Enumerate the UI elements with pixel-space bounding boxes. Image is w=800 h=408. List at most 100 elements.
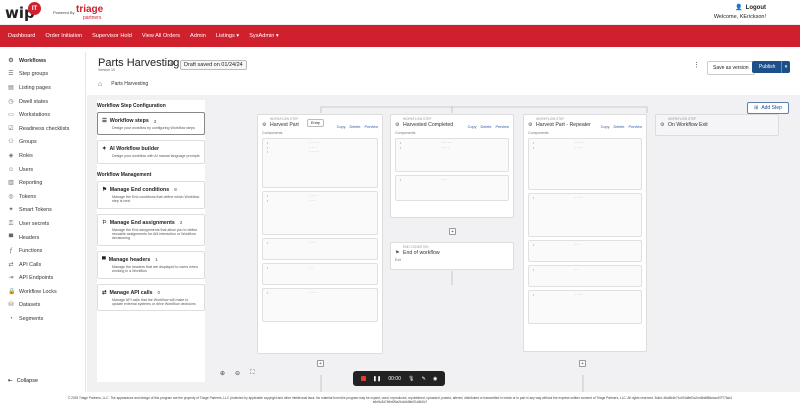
exit-label: Exit — [395, 258, 401, 262]
brand-subtitle: partners — [83, 15, 102, 21]
component-block[interactable]: • · · · — [528, 240, 642, 262]
sidebar-item-groups[interactable]: ⚇ Groups — [0, 136, 85, 150]
nav-listings[interactable]: Listings ▾ — [211, 33, 244, 39]
nav-order-initiation[interactable]: Order Initiation — [40, 33, 87, 39]
home-icon[interactable]: ⌂ — [98, 81, 102, 88]
sidebar-item-label: Reporting — [19, 180, 43, 187]
component-block[interactable]: • · · · · — [528, 193, 642, 237]
api-icon: ⇄ — [8, 261, 14, 268]
nav-admin[interactable]: Admin — [185, 33, 211, 39]
database-icon: ⛁ — [8, 302, 14, 309]
card-title: On Workflow Exit — [668, 122, 708, 128]
step-card-harvest-part-repeater[interactable]: ⚙ WORKFLOW STEP Harvest Part - Repeater … — [523, 114, 647, 352]
sidebar-item-workflow-locks[interactable]: 🔒 Workflow Locks — [0, 285, 85, 299]
mic-icon[interactable]: 🎙 — [408, 376, 414, 382]
main-content: Parts Harvesting i Draft saved on 01/24/… — [87, 52, 800, 392]
sidebar-item-workstations[interactable]: ▭ Workstations — [0, 108, 85, 122]
fit-view-icon[interactable]: ⛶ — [250, 370, 254, 377]
sidebar-item-workflows[interactable]: ⚙ Workflows — [0, 54, 85, 68]
preview-button[interactable]: Preview — [364, 125, 378, 129]
sidebar-item-smart-tokens[interactable]: ✦ Smart Tokens — [0, 204, 85, 218]
component-block[interactable]: • · · · · · • · · · · • · · · · · — [262, 138, 378, 188]
sidebar-item-dwell-states[interactable]: ◷ Dwell states — [0, 95, 85, 109]
delete-button[interactable]: Delete — [481, 125, 492, 129]
logout-button[interactable]: 👤 Logout — [714, 4, 766, 12]
api-calls-option[interactable]: ⇄ Manage API calls 0 Manage API calls that… — [97, 283, 205, 312]
chevron-down-icon[interactable]: ▾ — [781, 61, 790, 73]
nav-dashboard[interactable]: Dashboard — [3, 33, 40, 39]
copy-button[interactable]: Copy — [337, 125, 346, 129]
component-block[interactable]: • · · — [262, 263, 378, 285]
step-card-harvest-part[interactable]: ⚙ WORKFLOW STEP Harvest Part Copy Delete P… — [257, 114, 383, 354]
nav-sysadmin[interactable]: SysAdmin ▾ — [244, 33, 284, 39]
component-block[interactable]: • · · · · · • · · · · — [528, 138, 642, 190]
end-conditions-option[interactable]: ⚑ Manage End conditions 8 Manage the End c… — [97, 180, 205, 209]
end-condition-card[interactable]: ⚑ END CONDITION End of workflow Exit — [390, 242, 514, 270]
sidebar-item-listing-pages[interactable]: ▤ Listing pages — [0, 81, 85, 95]
headers-option[interactable]: ▀ Manage headers 1 Manage the headers that… — [97, 250, 205, 279]
users-icon: ☺ — [8, 166, 15, 173]
brand-name: triage — [76, 4, 104, 15]
nav-view-all-orders[interactable]: View All Orders — [137, 33, 185, 39]
pause-icon[interactable]: ❚❚ — [373, 376, 381, 382]
zoom-out-icon[interactable]: ⊖ — [235, 370, 240, 377]
publish-button[interactable]: Publish ▾ — [752, 61, 790, 73]
component-block[interactable]: • · · · · — [262, 288, 378, 322]
component-block[interactable]: • · · · · — [528, 290, 642, 324]
component-block[interactable]: • · · · · • · · · — [262, 191, 378, 235]
component-block[interactable]: • · · · · · • · · · · — [395, 138, 509, 172]
sidebar-item-api-calls[interactable]: ⇄ API Calls — [0, 258, 85, 272]
sparkle-icon: ✦ — [102, 146, 107, 153]
add-connector-icon[interactable]: + — [317, 360, 324, 367]
stop-record-icon[interactable] — [360, 376, 366, 381]
entry-badge: Entry — [307, 119, 324, 127]
sidebar-item-api-endpoints[interactable]: ⇥ API Endpoints — [0, 272, 85, 286]
step-card-harvested-completed[interactable]: ⚙ WORKFLOW STEP Harvested Completed Copy… — [390, 114, 514, 218]
sidebar-item-users[interactable]: ☺ Users — [0, 163, 85, 177]
info-icon[interactable]: i — [168, 60, 174, 66]
sidebar-item-user-secrets[interactable]: ⚿ User secrets — [0, 217, 85, 231]
delete-button[interactable]: Delete — [350, 125, 361, 129]
camera-icon[interactable]: ◉ — [433, 376, 437, 382]
preview-button[interactable]: Preview — [628, 125, 642, 129]
sidebar-item-segments[interactable]: ◔ Segments — [0, 312, 85, 326]
preview-button[interactable]: Preview — [495, 125, 509, 129]
option-desc: Manage the End conditions that define wh… — [112, 194, 200, 204]
sidebar-item-datasets[interactable]: ⛁ Datasets — [0, 299, 85, 313]
add-connector-icon[interactable]: + — [449, 228, 456, 235]
sidebar-item-reporting[interactable]: ▥ Reporting — [0, 176, 85, 190]
nav-supervisor-hold[interactable]: Supervisor Hold — [87, 33, 137, 39]
delete-button[interactable]: Delete — [614, 125, 625, 129]
sidebar-item-functions[interactable]: ƒ Functions — [0, 244, 85, 258]
add-step-button[interactable]: ⊞ Add Step — [747, 102, 789, 114]
component-block[interactable]: • · · · — [262, 238, 378, 260]
zoom-in-icon[interactable]: ⊕ — [220, 370, 225, 377]
save-as-version-button[interactable]: Save as version — [707, 61, 755, 75]
footer-build: b6e5c3d7b5e8f0a2b4c6d8e0f1a3b5c7 — [372, 400, 428, 405]
ai-builder-option[interactable]: ✦ AI Workflow builder Design your workflo… — [97, 140, 205, 164]
endpoint-icon: ⇥ — [8, 275, 14, 282]
sidebar-item-roles[interactable]: ◈ Roles — [0, 149, 85, 163]
pen-icon[interactable]: ✎ — [422, 376, 426, 382]
end-assignments-option[interactable]: ⚐ Manage End assignments 2 Manage the End … — [97, 213, 205, 246]
more-options-icon[interactable]: ⋮ — [693, 61, 700, 69]
copy-button[interactable]: Copy — [468, 125, 477, 129]
sidebar-item-tokens[interactable]: ◎ Tokens — [0, 190, 85, 204]
sidebar-item-label: API Endpoints — [19, 275, 54, 282]
add-connector-icon[interactable]: + — [579, 360, 586, 367]
sidebar-item-label: Workflows — [19, 57, 47, 64]
workflow-steps-option[interactable]: ☰ Workflow steps 3 Design your workflow by… — [97, 112, 205, 136]
option-count: 2 — [179, 220, 183, 226]
step-card-workflow-exit[interactable]: ⚙ WORKFLOW STEP On Workflow Exit — [655, 114, 779, 136]
component-block[interactable]: • · · · — [395, 175, 509, 201]
sidebar-item-readiness[interactable]: ☑ Readiness checklists — [0, 122, 85, 136]
copy-button[interactable]: Copy — [601, 125, 610, 129]
flag-icon: ⚑ — [395, 250, 400, 256]
tab-parts-harvesting[interactable]: Parts Harvesting — [107, 79, 152, 89]
collapse-button[interactable]: ⇤ Collapse — [8, 378, 38, 384]
component-block[interactable]: • · · — [528, 265, 642, 287]
sidebar-item-step-groups[interactable]: ☰ Step groups — [0, 68, 85, 82]
logo-badge: IT — [28, 2, 41, 15]
sidebar-item-headers[interactable]: ▀ Headers — [0, 231, 85, 245]
segment-icon: ◔ — [9, 316, 13, 323]
